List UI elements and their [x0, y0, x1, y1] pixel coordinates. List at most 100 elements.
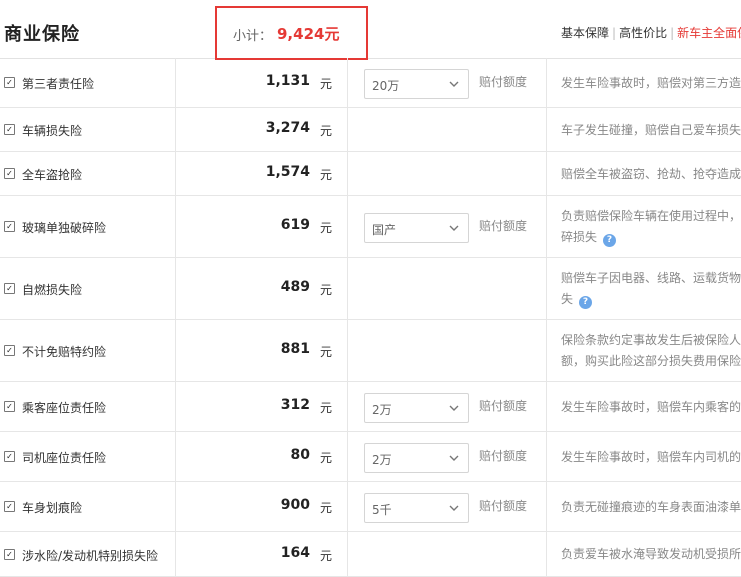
plan-link-full[interactable]: 新车主全面保 [677, 26, 741, 40]
row-unit: 元 [320, 77, 333, 91]
row-name: 自燃损失险 [22, 283, 83, 297]
chevron-down-icon [449, 81, 459, 87]
row-price: 3,274 [265, 120, 310, 136]
row-description: 发生车险事故时，赔偿车内司机的 [561, 447, 741, 468]
description-line: 赔偿全车被盗窃、抢劫、抢夺造成的损失 [561, 166, 741, 181]
page-header: 商业保险 小计： 9,424元 基本保障|高性价比|新车主全面保 [0, 0, 741, 60]
row-checkbox[interactable]: ✓ [4, 345, 15, 356]
plan-separator: | [670, 26, 675, 40]
row-checkbox[interactable]: ✓ [4, 168, 15, 179]
description-line: 发生车险事故时，赔偿车内乘客的 [561, 399, 741, 414]
plan-link-basic[interactable]: 基本保障 [561, 26, 609, 40]
coverage-select[interactable]: 5千 [364, 493, 469, 523]
row-price: 619 [280, 217, 310, 233]
row-unit: 元 [320, 283, 333, 297]
coverage-select-value: 2万 [372, 453, 392, 467]
insurance-row: ✓ 第三者责任险 1,131 元 20万 赔付额度 发生车险事故时，赔偿对第三方造成的损… [0, 58, 741, 108]
coverage-select-value: 2万 [372, 403, 392, 417]
row-name: 全车盗抢险 [22, 168, 83, 182]
description-line: 赔偿车子因电器、线路、运载货物 [561, 271, 741, 285]
row-name: 车身划痕险 [22, 501, 83, 515]
description-line: 负责赔偿保险车辆在使用过程中， [561, 209, 741, 223]
limit-label: 赔付额度 [479, 219, 528, 233]
coverage-select-value: 国产 [372, 223, 397, 237]
row-unit: 元 [320, 451, 333, 465]
subtotal-highlight: 小计： 9,424元 [215, 6, 368, 60]
row-checkbox[interactable]: ✓ [4, 77, 15, 88]
subtotal-value: 9,424元 [277, 25, 340, 43]
row-name: 涉水险/发动机特别损失险 [22, 548, 159, 563]
subtotal-label: 小计： [233, 29, 273, 44]
row-unit: 元 [320, 345, 333, 359]
insurance-row: ✓ 乘客座位责任险 312 元 2万 赔付额度 发生车险事故时，赔偿车内乘客的 [0, 382, 741, 432]
row-checkbox[interactable]: ✓ [4, 124, 15, 135]
description-line: 负责无碰撞痕迹的车身表面油漆单 [561, 499, 741, 514]
row-name: 不计免赔特约险 [22, 345, 107, 359]
description-line: 负责爱车被水淹导致发动机受损所 [561, 547, 741, 561]
coverage-select-value: 5千 [372, 503, 392, 517]
insurance-row: ✓ 司机座位责任险 80 元 2万 赔付额度 发生车险事故时，赔偿车内司机的 [0, 432, 741, 482]
row-description: 发生车险事故时，赔偿车内乘客的 [561, 397, 741, 418]
row-unit: 元 [320, 501, 333, 515]
insurance-row: ✓ 涉水险/发动机特别损失险 164 元 负责爱车被水淹导致发动机受损所 [0, 532, 741, 577]
row-price: 881 [280, 341, 310, 357]
description-line: 失? [561, 289, 741, 310]
row-description: 负责无碰撞痕迹的车身表面油漆单 [561, 497, 741, 518]
insurance-row: ✓ 不计免赔特约险 881 元 保险条款约定事故发生后被保险人 额，购买此险这部分损失费用… [0, 320, 741, 382]
description-line: 保险条款约定事故发生后被保险人 [561, 333, 741, 347]
row-price: 489 [280, 279, 310, 295]
row-unit: 元 [320, 221, 333, 235]
insurance-row: ✓ 车辆损失险 3,274 元 车子发生碰撞，赔偿自己爱车损失 [0, 108, 741, 152]
row-price: 80 [290, 447, 310, 463]
row-checkbox[interactable]: ✓ [4, 221, 15, 232]
plan-links: 基本保障|高性价比|新车主全面保 [561, 24, 741, 41]
row-checkbox[interactable]: ✓ [4, 501, 15, 512]
row-description: 保险条款约定事故发生后被保险人 额，购买此险这部分损失费用保险 [561, 330, 741, 372]
description-line: 碎损失? [561, 227, 741, 248]
row-description: 负责爱车被水淹导致发动机受损所 [561, 544, 741, 565]
description-line: 发生车险事故时，赔偿对第三方造成的损失 [561, 75, 741, 90]
row-name: 玻璃单独破碎险 [22, 221, 107, 235]
help-icon[interactable]: ? [603, 234, 617, 247]
row-price: 900 [280, 497, 310, 513]
row-price: 1,574 [265, 164, 310, 180]
row-unit: 元 [320, 168, 333, 182]
insurance-row: ✓ 自燃损失险 489 元 赔偿车子因电器、线路、运载货物失? [0, 258, 741, 320]
row-price: 1,131 [265, 73, 310, 89]
row-checkbox[interactable]: ✓ [4, 283, 15, 294]
description-line: 发生车险事故时，赔偿车内司机的 [561, 449, 741, 464]
row-description: 赔偿车子因电器、线路、运载货物失? [561, 268, 741, 310]
row-checkbox[interactable]: ✓ [4, 401, 15, 412]
chevron-down-icon [449, 455, 459, 461]
row-name: 第三者责任险 [22, 77, 95, 91]
plan-link-value[interactable]: 高性价比 [619, 26, 667, 40]
row-name: 乘客座位责任险 [22, 401, 107, 415]
help-icon[interactable]: ? [579, 296, 593, 309]
chevron-down-icon [449, 225, 459, 231]
row-unit: 元 [320, 548, 333, 563]
chevron-down-icon [449, 505, 459, 511]
coverage-select[interactable]: 国产 [364, 213, 469, 243]
row-checkbox[interactable]: ✓ [4, 451, 15, 462]
limit-label: 赔付额度 [479, 399, 528, 413]
row-unit: 元 [320, 401, 333, 415]
row-name: 车辆损失险 [22, 124, 83, 138]
row-checkbox[interactable]: ✓ [4, 548, 15, 560]
row-unit: 元 [320, 124, 333, 138]
insurance-row: ✓ 车身划痕险 900 元 5千 赔付额度 负责无碰撞痕迹的车身表面油漆单 [0, 482, 741, 532]
coverage-select[interactable]: 2万 [364, 393, 469, 423]
row-description: 车子发生碰撞，赔偿自己爱车损失 [561, 120, 741, 141]
row-description: 发生车险事故时，赔偿对第三方造成的损失 [561, 73, 741, 94]
limit-label: 赔付额度 [479, 75, 528, 89]
row-name: 司机座位责任险 [22, 451, 107, 465]
plan-separator: | [612, 26, 617, 40]
page-title: 商业保险 [4, 24, 80, 45]
row-description: 负责赔偿保险车辆在使用过程中， 碎损失? [561, 206, 741, 248]
coverage-select[interactable]: 2万 [364, 443, 469, 473]
coverage-select[interactable]: 20万 [364, 69, 469, 99]
row-description: 赔偿全车被盗窃、抢劫、抢夺造成的损失 [561, 164, 741, 185]
limit-label: 赔付额度 [479, 449, 528, 463]
insurance-row: ✓ 全车盗抢险 1,574 元 赔偿全车被盗窃、抢劫、抢夺造成的损失 [0, 152, 741, 196]
insurance-row: ✓ 玻璃单独破碎险 619 元 国产 赔付额度 负责赔偿保险车辆在使用过程中， 碎损失? [0, 196, 741, 258]
description-line: 额，购买此险这部分损失费用保险 [561, 354, 741, 368]
